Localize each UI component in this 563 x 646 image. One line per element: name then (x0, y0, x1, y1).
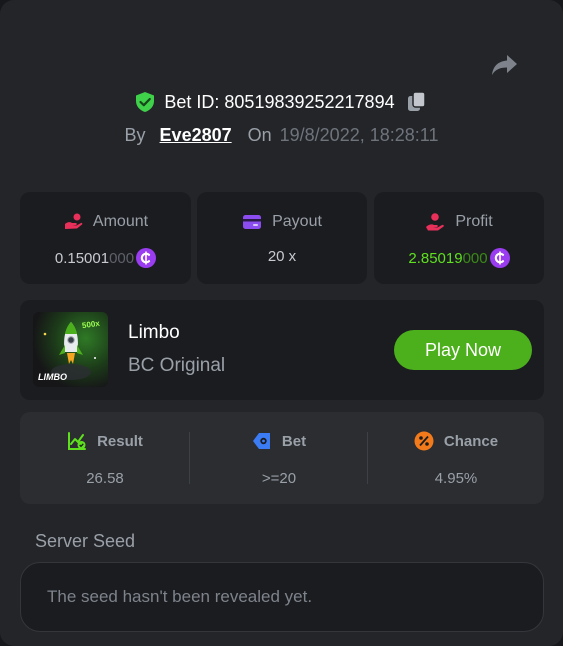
result-label: Result (97, 432, 143, 450)
game-name[interactable]: Limbo (128, 322, 180, 344)
server-seed-label: Server Seed (35, 531, 136, 551)
chance-column: Chance 4.95% (368, 412, 544, 504)
bet-details-modal: Bet ID: 80519839252217894 By Eve2807 On … (0, 0, 563, 646)
coin-icon (489, 248, 510, 268)
profit-card: Profit 2.85019 000 (374, 192, 544, 284)
server-seed-box: The seed hasn't been revealed yet. (20, 562, 544, 632)
profit-label: Profit (455, 213, 493, 230)
result-column: Result 26.58 (20, 412, 190, 504)
result-value: 26.58 (86, 470, 124, 487)
result-card: Result 26.58 Bet >=20 Chance 4.95% (20, 412, 544, 504)
bet-timestamp: 19/8/2022, 18:28:11 (279, 124, 439, 145)
amount-icon (64, 213, 83, 229)
username-link[interactable]: Eve2807 (160, 125, 232, 146)
play-now-button[interactable]: Play Now (394, 330, 532, 370)
payout-label: Payout (272, 213, 322, 230)
amount-label: Amount (92, 213, 149, 230)
percent-icon (414, 431, 434, 451)
bet-id-text: Bet ID: 80519839252217894 (164, 91, 395, 112)
payout-card-icon (243, 215, 262, 229)
bet-meta-row: By Eve2807 On 19/8/2022, 18:28:11 (0, 122, 563, 148)
bet-diamond-icon (252, 433, 270, 449)
on-label: On (247, 124, 272, 145)
game-subtitle: BC Original (128, 355, 226, 376)
amount-value-main: 0.15001 (54, 249, 110, 267)
profit-value: 2.85019 000 (374, 248, 544, 268)
bet-label: Bet (281, 432, 307, 450)
bet-value: >=20 (261, 470, 297, 487)
bet-column: Bet >=20 (190, 412, 368, 504)
amount-card: Amount 0.15001 000 (20, 192, 191, 284)
by-label: By (124, 124, 146, 145)
verified-shield-icon (136, 92, 155, 112)
chance-value: 4.95% (434, 470, 478, 487)
bet-id-row: Bet ID: 80519839252217894 (0, 89, 563, 115)
chance-label: Chance (443, 432, 499, 450)
coin-icon (136, 248, 157, 268)
profit-icon (426, 213, 445, 231)
profit-value-dim: 000 (462, 249, 488, 267)
amount-value: 0.15001 000 (20, 248, 191, 268)
game-card: 500x LIMBO Limbo BC Original Play Now (20, 300, 544, 400)
chart-check-icon (68, 432, 87, 450)
copy-icon[interactable] (405, 90, 429, 114)
server-seed-text: The seed hasn't been revealed yet. (47, 587, 313, 606)
thumb-caption: LIMBO (38, 372, 67, 382)
payout-value-main: 20 x (267, 248, 297, 265)
amount-value-dim: 000 (109, 249, 135, 267)
limbo-thumbnail[interactable]: 500x LIMBO (33, 312, 108, 387)
profit-value-main: 2.85019 (408, 249, 463, 267)
payout-card: Payout 20 x (197, 192, 367, 284)
share-icon[interactable] (489, 52, 519, 78)
payout-value: 20 x (197, 248, 367, 265)
